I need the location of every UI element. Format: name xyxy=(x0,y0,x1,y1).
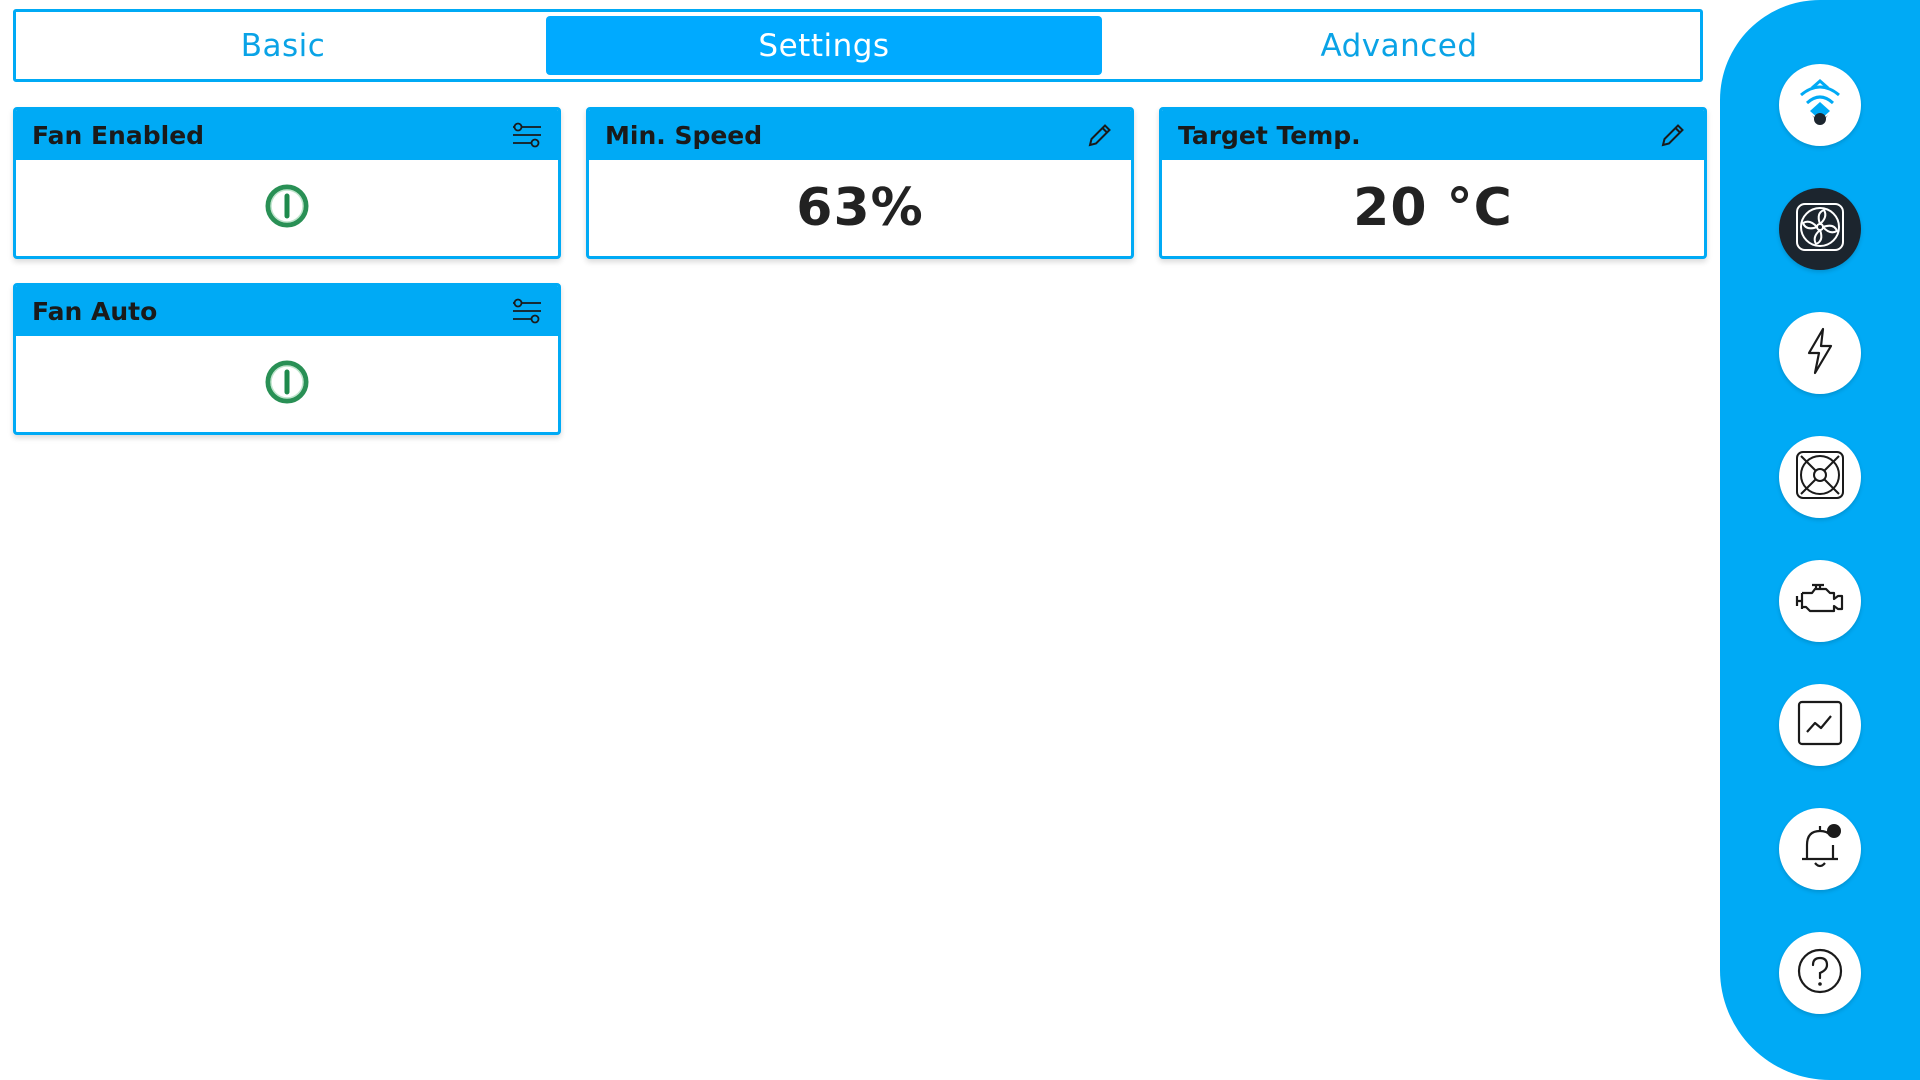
chart-icon xyxy=(1796,699,1844,751)
card-fan-auto: Fan Auto xyxy=(13,283,561,435)
target-temp-value: 20 °C xyxy=(1353,178,1513,238)
tab-bar: Basic Settings Advanced xyxy=(13,9,1703,82)
wifi-logo-icon xyxy=(1795,75,1845,135)
tab-settings[interactable]: Settings xyxy=(546,16,1102,75)
card-body[interactable]: 63% xyxy=(589,160,1131,256)
bell-icon xyxy=(1795,821,1845,877)
power-toggle[interactable] xyxy=(264,359,310,409)
card-fan-enabled: Fan Enabled xyxy=(13,107,561,259)
card-header: Target Temp. xyxy=(1162,110,1704,160)
card-header: Min. Speed xyxy=(589,110,1131,160)
card-target-temp: Target Temp. 20 °C xyxy=(1159,107,1707,259)
card-title: Fan Auto xyxy=(32,296,158,326)
card-title: Min. Speed xyxy=(605,120,763,150)
card-title: Fan Enabled xyxy=(32,120,205,150)
fan-grille-icon xyxy=(1794,449,1846,505)
card-body xyxy=(16,160,558,256)
sliders-icon[interactable] xyxy=(510,118,544,152)
card-header: Fan Auto xyxy=(16,286,558,336)
min-speed-value: 63% xyxy=(796,178,924,238)
pencil-icon[interactable] xyxy=(1656,118,1690,152)
fan-icon xyxy=(1794,201,1846,257)
card-body xyxy=(16,336,558,432)
card-title: Target Temp. xyxy=(1178,120,1361,150)
nav-notifications-button[interactable] xyxy=(1779,808,1861,890)
tab-advanced[interactable]: Advanced xyxy=(1102,16,1696,75)
card-header: Fan Enabled xyxy=(16,110,558,160)
lightning-icon xyxy=(1800,326,1840,380)
card-min-speed: Min. Speed 63% xyxy=(586,107,1134,259)
nav-power-button[interactable] xyxy=(1779,312,1861,394)
nav-help-button[interactable] xyxy=(1779,932,1861,1014)
nav-fan-button[interactable] xyxy=(1779,188,1861,270)
engine-icon xyxy=(1794,579,1846,623)
pencil-icon[interactable] xyxy=(1083,118,1117,152)
sliders-icon[interactable] xyxy=(510,294,544,328)
nav-chart-button[interactable] xyxy=(1779,684,1861,766)
help-icon xyxy=(1795,946,1845,1000)
power-toggle[interactable] xyxy=(264,183,310,233)
nav-engine-button[interactable] xyxy=(1779,560,1861,642)
card-body[interactable]: 20 °C xyxy=(1162,160,1704,256)
nav-fan-grille-button[interactable] xyxy=(1779,436,1861,518)
nav-home-button[interactable] xyxy=(1779,64,1861,146)
side-nav xyxy=(1720,0,1920,1080)
tab-basic[interactable]: Basic xyxy=(20,16,546,75)
